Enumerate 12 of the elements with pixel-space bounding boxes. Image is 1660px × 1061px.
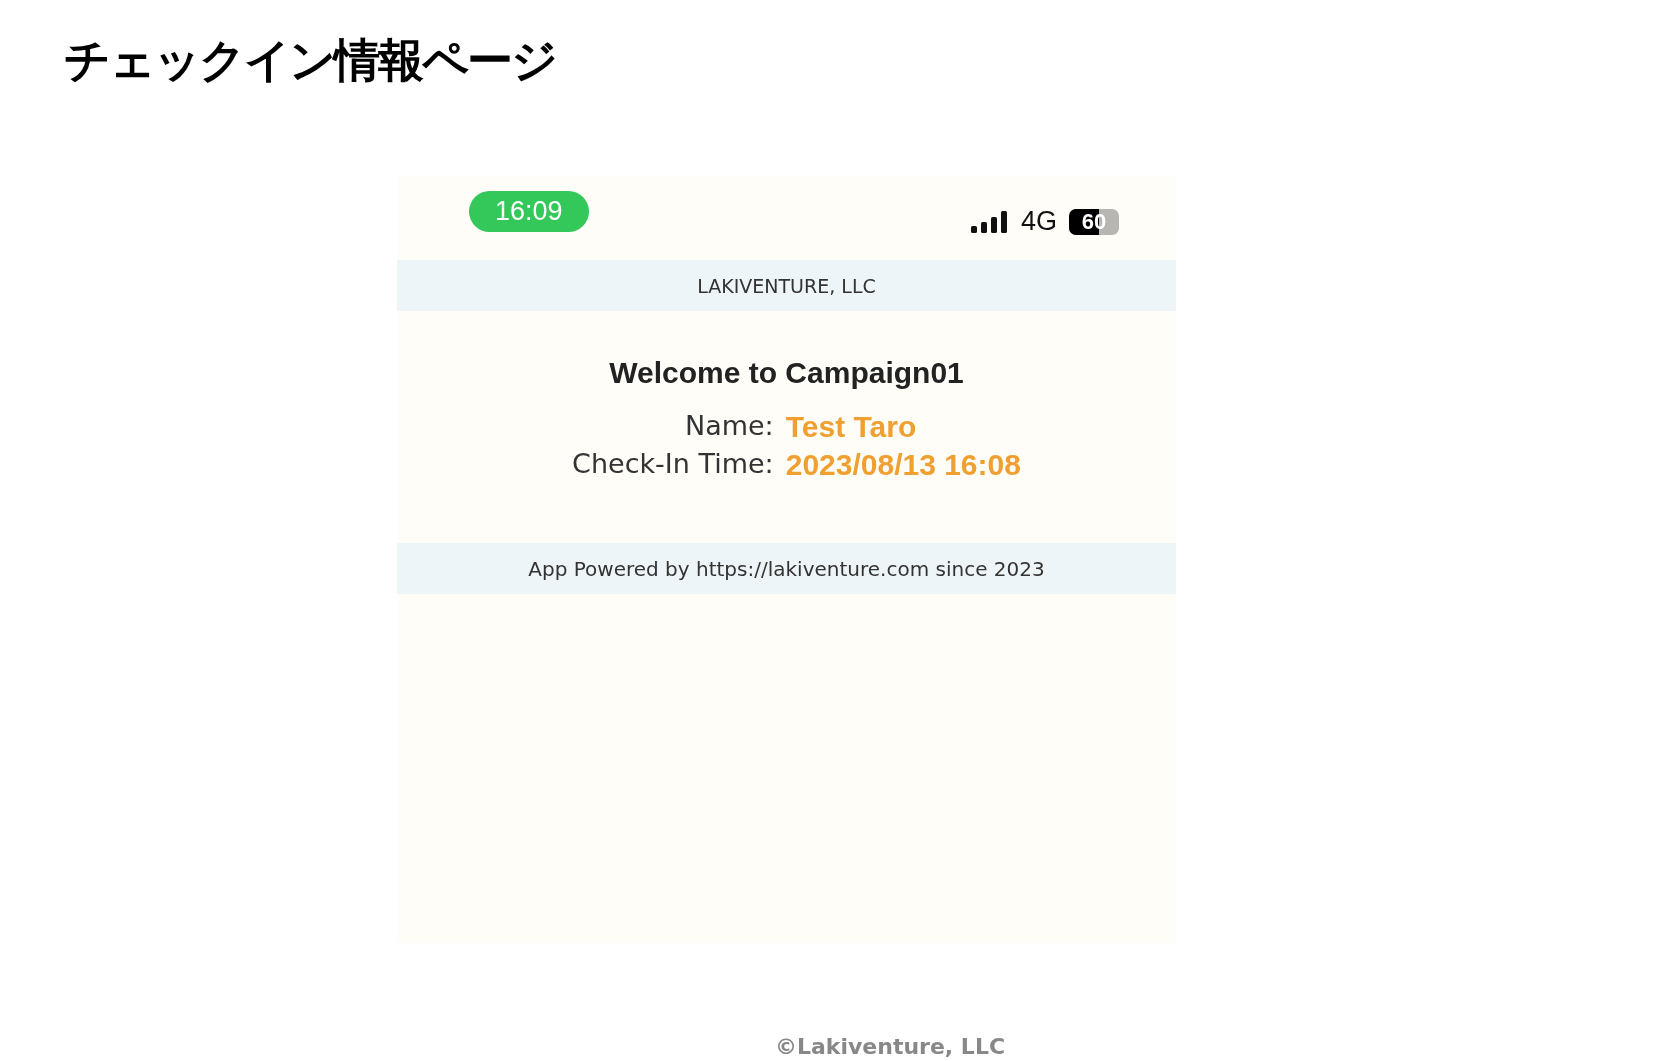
- header-bar: LAKIVENTURE, LLC: [397, 260, 1176, 311]
- field-label: Check-In Time:: [572, 448, 774, 481]
- field-label: Name:: [683, 410, 774, 443]
- field-value: 2023/08/13 16:08: [785, 448, 1021, 482]
- copyright-text: ©Lakiventure, LLC: [773, 1034, 1007, 1059]
- signal-icon: [970, 209, 1009, 234]
- welcome-heading: Welcome to Campaign01: [609, 356, 964, 390]
- footer-bar: App Powered by https://lakiventure.com since 2023: [397, 543, 1176, 594]
- field-value: Test Taro: [785, 410, 918, 444]
- network-label: 4G: [1020, 206, 1057, 237]
- slide-title: チェックイン情報ページ: [64, 32, 556, 89]
- status-time: 16:09: [469, 191, 589, 232]
